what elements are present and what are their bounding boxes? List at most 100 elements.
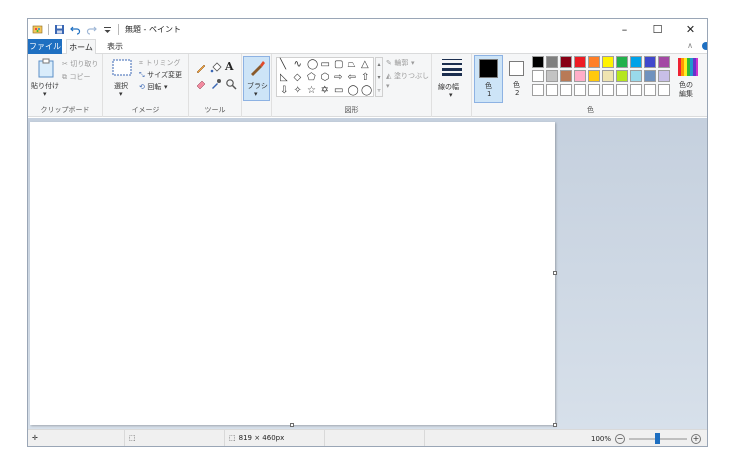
palette-swatch[interactable] <box>644 84 656 96</box>
fill-button[interactable]: ◭ 塗りつぶし ▾ <box>386 71 431 90</box>
zoom-out-button[interactable]: − <box>615 433 625 444</box>
shapes-scroll[interactable]: ▴ ▾ ▿ <box>375 57 383 97</box>
shape-option[interactable]: ⇨ <box>334 73 342 83</box>
shape-option[interactable]: ⬠ <box>307 73 316 83</box>
palette-swatch[interactable] <box>630 70 642 82</box>
shape-option[interactable]: ▢ <box>334 60 343 70</box>
maximize-button[interactable]: ☐ <box>641 19 674 39</box>
palette-swatch[interactable] <box>560 84 572 96</box>
palette-swatch[interactable] <box>616 70 628 82</box>
tab-view[interactable]: 表示 <box>102 39 128 54</box>
brushes-button[interactable]: ブラシ ▾ <box>243 56 270 101</box>
collapse-ribbon-button[interactable]: ∧ <box>687 41 693 50</box>
palette-swatch[interactable] <box>560 56 572 68</box>
palette-swatch[interactable] <box>574 70 586 82</box>
fill-bucket-icon[interactable] <box>210 62 222 76</box>
select-dropdown-arrow[interactable]: ▾ <box>119 90 123 98</box>
pencil-icon[interactable] <box>195 62 207 76</box>
crop-button[interactable]: ⌗ トリミング <box>139 58 181 68</box>
redo-icon[interactable] <box>86 24 97 35</box>
rotate-dropdown-arrow[interactable]: ▾ <box>164 83 168 91</box>
palette-swatch[interactable] <box>630 84 642 96</box>
customize-qat-icon[interactable] <box>102 24 113 35</box>
shape-option[interactable]: ✧ <box>294 86 302 96</box>
palette-swatch[interactable] <box>588 56 600 68</box>
shape-option[interactable]: ◇ <box>294 73 302 83</box>
select-icon <box>112 59 132 78</box>
palette-swatch[interactable] <box>644 56 656 68</box>
help-icon[interactable] <box>702 42 707 50</box>
palette-swatch[interactable] <box>546 70 558 82</box>
drawing-canvas[interactable] <box>30 122 555 425</box>
resize-button[interactable]: ⤡ サイズ変更 <box>139 70 182 80</box>
shape-option[interactable]: ◺ <box>280 73 288 83</box>
magnifier-icon[interactable] <box>225 78 237 92</box>
palette-swatch[interactable] <box>616 84 628 96</box>
shape-option[interactable]: ⏢ <box>348 60 356 70</box>
zoom-slider[interactable] <box>629 432 687 444</box>
shape-option[interactable]: △ <box>361 60 369 70</box>
rotate-button[interactable]: ⟲ 回転 ▾ <box>139 82 167 92</box>
palette-swatch[interactable] <box>658 84 670 96</box>
palette-swatch[interactable] <box>616 56 628 68</box>
shape-option[interactable]: ◯ <box>348 86 359 96</box>
shape-option[interactable]: ∿ <box>294 60 302 70</box>
palette-swatch[interactable] <box>532 70 544 82</box>
palette-swatch[interactable] <box>602 70 614 82</box>
tab-file[interactable]: ファイル <box>28 39 62 54</box>
shape-option[interactable]: ☆ <box>307 86 316 96</box>
paste-button[interactable]: 貼り付け ▾ <box>31 58 61 100</box>
save-icon[interactable] <box>54 24 65 35</box>
tab-home[interactable]: ホーム <box>66 39 96 55</box>
close-button[interactable]: ✕ <box>674 19 707 39</box>
palette-swatch[interactable] <box>574 56 586 68</box>
palette-swatch[interactable] <box>658 56 670 68</box>
color1-button[interactable]: 色 1 <box>474 55 503 103</box>
palette-swatch[interactable] <box>546 84 558 96</box>
paste-dropdown-arrow[interactable]: ▾ <box>43 90 47 98</box>
shape-option[interactable]: ◯ <box>361 86 372 96</box>
size-button[interactable]: 線の幅 ▾ <box>436 58 468 102</box>
select-button[interactable]: 選択 ▾ <box>110 59 136 101</box>
palette-swatch[interactable] <box>588 84 600 96</box>
shape-option[interactable]: ▭ <box>321 60 330 70</box>
copy-button[interactable]: ⧉ コピー <box>62 72 91 82</box>
palette-swatch[interactable] <box>630 56 642 68</box>
paste-icon <box>38 58 54 80</box>
outline-button[interactable]: ✎ 輪郭 ▾ <box>386 58 414 68</box>
palette-swatch[interactable] <box>574 84 586 96</box>
resize-handle-right[interactable] <box>553 271 557 275</box>
shape-option[interactable]: ⇦ <box>348 73 356 83</box>
zoom-in-button[interactable]: + <box>691 433 701 444</box>
resize-handle-bottom[interactable] <box>290 423 294 427</box>
edit-colors-button[interactable]: 色の 編集 <box>675 58 703 102</box>
shape-option[interactable]: ✡ <box>321 86 329 96</box>
palette-swatch[interactable] <box>602 84 614 96</box>
text-tool-icon[interactable]: A <box>225 60 234 73</box>
color-picker-icon[interactable] <box>210 78 222 92</box>
palette-swatch[interactable] <box>602 56 614 68</box>
palette-swatch[interactable] <box>560 70 572 82</box>
file-size-cell <box>325 429 425 446</box>
shape-option[interactable]: ⇩ <box>280 86 288 96</box>
fill-label: 塗りつぶし <box>393 72 430 80</box>
eraser-icon[interactable] <box>195 78 207 92</box>
palette-swatch[interactable] <box>644 70 656 82</box>
shape-option[interactable]: ╲ <box>280 60 286 70</box>
resize-handle-corner[interactable] <box>553 423 557 427</box>
minimize-button[interactable]: – <box>608 19 641 39</box>
palette-swatch[interactable] <box>532 56 544 68</box>
shape-option[interactable]: ⬡ <box>321 73 330 83</box>
cut-button[interactable]: ✂ 切り取り <box>62 59 98 69</box>
palette-swatch[interactable] <box>588 70 600 82</box>
palette-swatch[interactable] <box>546 56 558 68</box>
zoom-slider-thumb[interactable] <box>655 432 660 444</box>
shape-option[interactable]: ◯ <box>307 60 318 70</box>
undo-icon[interactable] <box>70 24 81 35</box>
shape-option[interactable]: ⇧ <box>361 73 369 83</box>
shapes-gallery[interactable]: ╲ ∿ ◯ ▭ ▢ ⏢ △ ◺ ◇ ⬠ ⬡ ⇨ ⇦ ⇧ ⇩ ✧ ☆ ✡ ▭ ◯ ◯ <box>276 57 374 97</box>
shape-option[interactable]: ▭ <box>334 86 343 96</box>
palette-swatch[interactable] <box>532 84 544 96</box>
color2-button[interactable]: 色 2 <box>505 55 530 103</box>
palette-swatch[interactable] <box>658 70 670 82</box>
